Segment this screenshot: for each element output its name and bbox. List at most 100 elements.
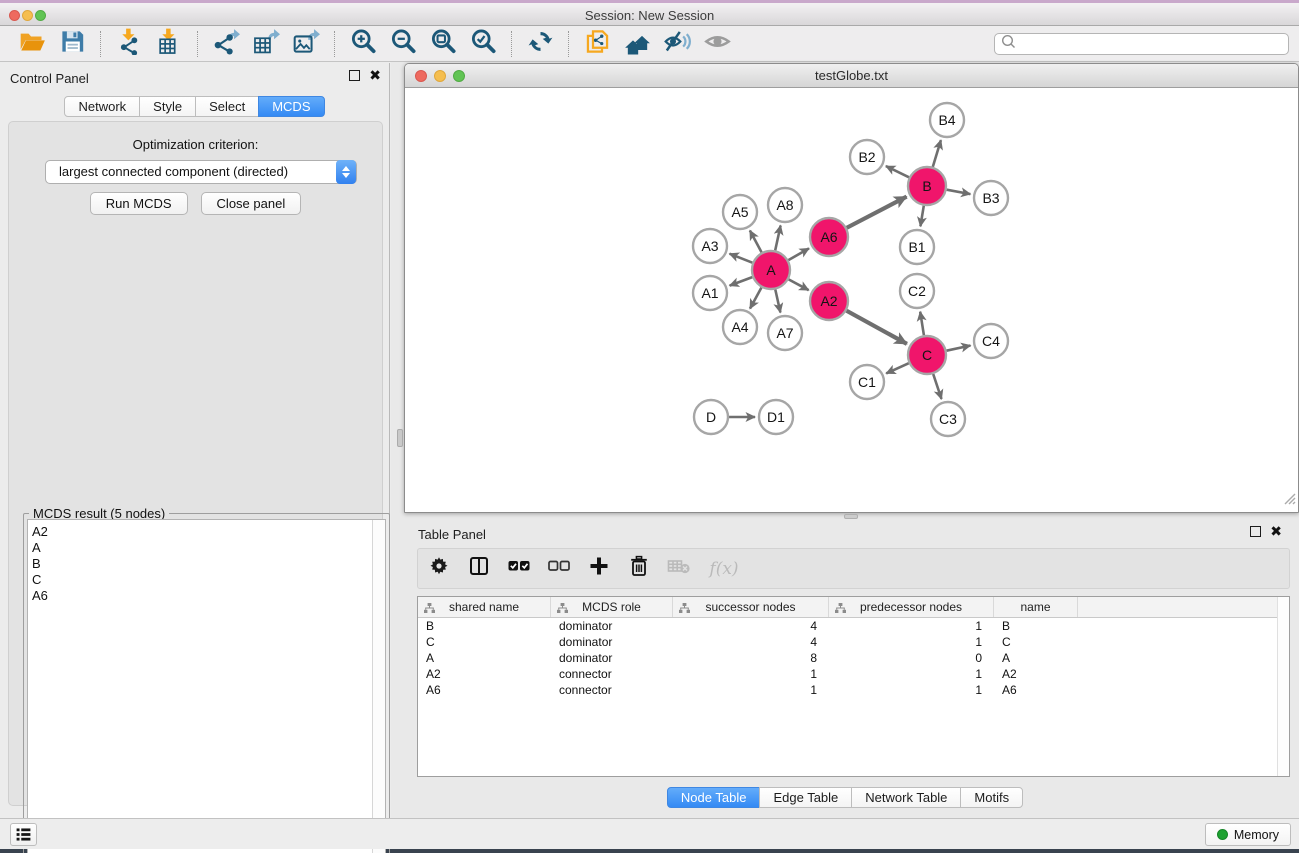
graph-node-C3[interactable]: C3 <box>931 402 965 436</box>
mcds-result-item[interactable]: A6 <box>32 588 385 604</box>
apply-layout-button[interactable] <box>520 28 560 60</box>
resize-grip-icon[interactable] <box>1282 491 1296 510</box>
graph-edge-B-B2[interactable] <box>886 166 909 177</box>
close-table-panel-icon[interactable]: ✖ <box>1270 526 1282 537</box>
vertical-splitter-handle[interactable] <box>844 514 858 519</box>
deselect-all-rows-button[interactable] <box>547 557 570 580</box>
attribute-settings-button[interactable] <box>427 557 450 580</box>
graph-node-B[interactable]: B <box>908 167 946 205</box>
float-table-panel-icon[interactable] <box>1250 526 1261 537</box>
horizontal-splitter-handle[interactable] <box>397 429 403 447</box>
mcds-result-item[interactable]: A <box>32 540 385 556</box>
column-header-successor-nodes[interactable]: successor nodes <box>673 597 829 617</box>
graph-node-C2[interactable]: C2 <box>900 274 934 308</box>
table-row[interactable]: A2connector11A2 <box>418 666 1289 682</box>
column-header-MCDS-role[interactable]: MCDS role <box>551 597 673 617</box>
delete-columns-button[interactable] <box>627 557 650 580</box>
graph-edge-A2-C[interactable] <box>847 311 907 344</box>
tab-select[interactable]: Select <box>195 96 259 117</box>
table-row[interactable]: Adominator80A <box>418 650 1289 666</box>
graph-edge-C-C4[interactable] <box>947 346 971 351</box>
network-canvas[interactable]: B4 B2 B B3 A5 A8 A6 A3 B1 A A1 C2 A2 A4 <box>405 88 1298 512</box>
graph-edge-A6-B[interactable] <box>847 197 907 228</box>
graph-node-A4[interactable]: A4 <box>723 310 757 344</box>
close-panel-button[interactable]: Close panel <box>201 192 302 215</box>
tab-node-table[interactable]: Node Table <box>667 787 761 808</box>
float-panel-icon[interactable] <box>349 70 360 81</box>
graph-edge-B-B1[interactable] <box>920 206 923 227</box>
tab-mcds[interactable]: MCDS <box>258 96 324 117</box>
graph-edge-B-B4[interactable] <box>933 140 941 167</box>
export-table-button[interactable] <box>246 28 286 60</box>
open-session-button[interactable] <box>12 28 52 60</box>
graph-edge-C-C1[interactable] <box>886 363 909 373</box>
graph-node-C1[interactable]: C1 <box>850 365 884 399</box>
graph-edge-C-C3[interactable] <box>933 374 941 399</box>
search-input[interactable] <box>1017 35 1288 53</box>
save-session-button[interactable] <box>52 28 92 60</box>
column-header-predecessor-nodes[interactable]: predecessor nodes <box>829 597 994 617</box>
select-all-rows-button[interactable] <box>507 557 530 580</box>
import-table-button[interactable] <box>149 28 189 60</box>
table-row[interactable]: Bdominator41B <box>418 618 1289 634</box>
zoom-out-button[interactable] <box>383 28 423 60</box>
mcds-result-item[interactable]: A2 <box>32 524 385 540</box>
graph-node-A6[interactable]: A6 <box>810 218 848 256</box>
graph-node-A8[interactable]: A8 <box>768 188 802 222</box>
export-network-button[interactable] <box>206 28 246 60</box>
graph-edge-A-A3[interactable] <box>730 254 753 263</box>
task-history-button[interactable] <box>10 823 37 846</box>
table-mode-button[interactable] <box>467 557 490 580</box>
graph-node-B3[interactable]: B3 <box>974 181 1008 215</box>
mcds-result-item[interactable]: C <box>32 572 385 588</box>
zoom-fit-button[interactable] <box>423 28 463 60</box>
run-mcds-button[interactable]: Run MCDS <box>90 192 188 215</box>
graph-edge-A-A5[interactable] <box>750 231 762 253</box>
graph-edge-C-C2[interactable] <box>920 312 924 336</box>
graph-node-A2[interactable]: A2 <box>810 282 848 320</box>
network-overview-button[interactable] <box>617 28 657 60</box>
tab-motifs[interactable]: Motifs <box>960 787 1023 808</box>
hide-details-button[interactable] <box>657 28 697 60</box>
mcds-result-item[interactable]: B <box>32 556 385 572</box>
graph-node-A7[interactable]: A7 <box>768 316 802 350</box>
table-row[interactable]: Cdominator41C <box>418 634 1289 650</box>
network-window-titlebar[interactable]: testGlobe.txt <box>405 64 1298 88</box>
graph-edge-A-A2[interactable] <box>789 279 809 290</box>
tab-edge-table[interactable]: Edge Table <box>759 787 852 808</box>
column-header-shared-name[interactable]: shared name <box>418 597 551 617</box>
graph-edge-A-A6[interactable] <box>788 248 809 260</box>
column-header-name[interactable]: name <box>994 597 1078 617</box>
graph-node-C[interactable]: C <box>908 336 946 374</box>
table-scrollbar[interactable] <box>1277 597 1289 776</box>
close-panel-icon[interactable]: ✖ <box>369 70 381 81</box>
graph-node-B1[interactable]: B1 <box>900 230 934 264</box>
graph-node-A[interactable]: A <box>752 251 790 289</box>
graph-node-A1[interactable]: A1 <box>693 276 727 310</box>
tab-style[interactable]: Style <box>139 96 196 117</box>
export-image-button[interactable] <box>286 28 326 60</box>
show-details-button[interactable] <box>697 28 737 60</box>
graph-edge-A-A8[interactable] <box>775 226 780 251</box>
zoom-selected-button[interactable] <box>463 28 503 60</box>
graph-edge-A-A4[interactable] <box>750 288 761 309</box>
import-network-button[interactable] <box>109 28 149 60</box>
graph-node-A3[interactable]: A3 <box>693 229 727 263</box>
graph-edge-B-B3[interactable] <box>947 190 971 194</box>
tab-network[interactable]: Network <box>64 96 140 117</box>
memory-button[interactable]: Memory <box>1205 823 1291 846</box>
graph-node-B2[interactable]: B2 <box>850 140 884 174</box>
graph-node-B4[interactable]: B4 <box>930 103 964 137</box>
graph-node-D1[interactable]: D1 <box>759 400 793 434</box>
clone-network-button[interactable] <box>577 28 617 60</box>
zoom-in-button[interactable] <box>343 28 383 60</box>
graph-edge-A-A7[interactable] <box>775 290 780 313</box>
criterion-select[interactable]: largest connected component (directed) <box>45 160 357 184</box>
tab-network-table[interactable]: Network Table <box>851 787 961 808</box>
list-scrollbar[interactable] <box>372 520 385 853</box>
graph-node-A5[interactable]: A5 <box>723 195 757 229</box>
graph-edge-A-A1[interactable] <box>730 277 753 286</box>
graph-node-C4[interactable]: C4 <box>974 324 1008 358</box>
table-row[interactable]: A6connector11A6 <box>418 682 1289 698</box>
graph-node-D[interactable]: D <box>694 400 728 434</box>
